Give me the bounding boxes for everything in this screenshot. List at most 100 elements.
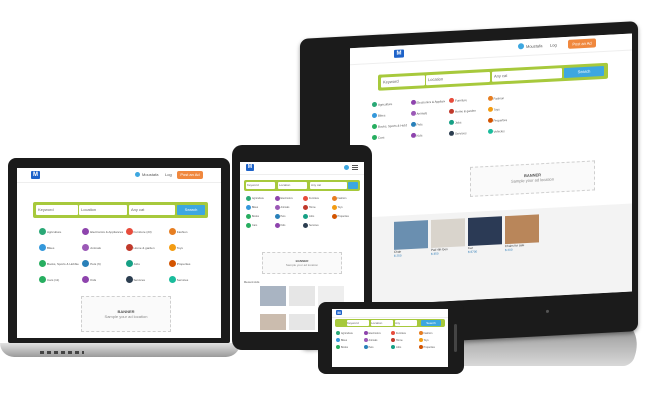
category-item[interactable]: Agriculture <box>246 196 273 201</box>
user-icon[interactable] <box>518 43 524 50</box>
category-item[interactable]: Electronics & Appliances <box>410 98 445 106</box>
category-item[interactable]: Jobs <box>449 118 484 126</box>
category-item[interactable]: Bikes <box>372 111 407 119</box>
search-button[interactable]: Search <box>564 65 604 79</box>
listing-card[interactable]: Car $ 8700 <box>468 216 502 254</box>
category-item[interactable]: Agriculture <box>372 100 407 108</box>
post-ad-button[interactable]: Post an Ad <box>177 171 203 179</box>
category-select[interactable]: Any cat <box>310 182 347 189</box>
category-item[interactable]: Furniture <box>303 196 330 201</box>
category-item[interactable]: Toys <box>487 105 523 113</box>
category-item[interactable]: Toys <box>418 338 445 342</box>
category-item[interactable]: Home & garden <box>449 107 484 115</box>
category-select[interactable]: Any cat <box>129 205 175 215</box>
category-item[interactable]: Cars <box>246 223 273 228</box>
category-item[interactable]: Properties <box>487 116 523 124</box>
category-item[interactable]: Properties <box>168 260 209 267</box>
category-item[interactable]: Animals <box>363 338 390 342</box>
user-icon[interactable] <box>135 172 140 177</box>
login-link[interactable]: Log <box>550 42 557 47</box>
listing-thumb[interactable] <box>260 314 286 330</box>
category-item[interactable]: Fashion <box>168 228 209 235</box>
category-select[interactable]: Any cat <box>492 68 562 82</box>
category-item[interactable]: Home & garden <box>125 244 166 251</box>
menu-icon[interactable] <box>352 165 358 170</box>
location-input[interactable]: Location <box>79 205 127 215</box>
category-select[interactable]: Any <box>395 320 417 326</box>
category-item[interactable]: Jobs <box>125 260 166 267</box>
category-item[interactable]: Books, Sports & Hobbies <box>372 122 407 130</box>
listing-thumb[interactable] <box>260 286 286 306</box>
category-item[interactable]: Books <box>336 345 362 349</box>
site-logo[interactable]: M <box>31 171 40 179</box>
category-item[interactable]: Fashion <box>331 196 359 201</box>
category-item[interactable]: Furniture <box>449 96 484 104</box>
category-item[interactable]: Services <box>449 129 484 137</box>
category-item[interactable]: Jobs <box>303 214 330 219</box>
category-item[interactable]: Toys <box>331 205 359 210</box>
listing-card[interactable]: Chairs for sale $ 200 <box>505 214 539 252</box>
category-item[interactable]: Electronics <box>274 196 302 201</box>
category-item[interactable]: Animals <box>274 205 302 210</box>
category-item[interactable]: Animals <box>82 244 122 251</box>
login-link[interactable]: Log <box>165 172 172 177</box>
category-item[interactable]: Toys <box>168 244 209 251</box>
category-item[interactable]: Bikes <box>336 338 362 342</box>
category-item[interactable]: Vehicles <box>487 127 523 135</box>
listing-thumb[interactable] <box>289 314 315 330</box>
location-input[interactable]: Location <box>371 320 393 326</box>
category-item[interactable]: Fashion <box>418 331 445 335</box>
search-button[interactable]: Search <box>421 320 441 326</box>
category-item[interactable]: Properties <box>331 214 359 219</box>
category-item[interactable]: Cars (11) <box>39 276 79 283</box>
location-input[interactable]: Location <box>278 182 307 189</box>
category-item[interactable]: Animals <box>410 109 446 117</box>
keyword-input[interactable]: Keyword <box>36 205 78 215</box>
phone-home-button[interactable] <box>454 324 457 352</box>
category-item[interactable]: Home <box>391 338 417 342</box>
category-item[interactable]: Pets <box>274 214 302 219</box>
category-item[interactable]: Electronics <box>363 331 390 335</box>
listing-thumb[interactable] <box>289 286 315 306</box>
category-item[interactable]: Pets <box>410 120 446 128</box>
search-button[interactable] <box>348 182 358 189</box>
category-item[interactable]: Books, Sports & Hobbies <box>39 260 79 267</box>
listing-area: Chair $ 250 Pad 4th Gen $ 350 Car $ 8700 Chair… <box>350 203 632 307</box>
category-item[interactable]: Agriculture <box>39 228 79 235</box>
keyword-input[interactable]: Keyword <box>381 75 425 88</box>
category-item[interactable]: Jobs <box>391 345 417 349</box>
category-item[interactable]: Properties <box>418 345 445 349</box>
power-icon[interactable] <box>546 309 549 313</box>
category-item[interactable]: Home <box>303 205 330 210</box>
user-icon[interactable] <box>344 165 349 170</box>
category-item[interactable]: Bikes <box>246 205 273 210</box>
site-logo[interactable]: M <box>336 310 342 315</box>
category-item[interactable]: Services <box>125 276 166 283</box>
category-item[interactable]: Furniture (23) <box>125 228 166 235</box>
user-name[interactable]: Moustafa <box>526 43 542 49</box>
category-item[interactable]: Kids <box>274 223 302 228</box>
post-ad-button[interactable]: Post an Ad <box>568 38 596 49</box>
category-item[interactable]: Electronics & Appliances (12) <box>82 228 123 235</box>
category-item[interactable]: Furniture <box>391 331 417 335</box>
category-item[interactable]: Pets (6) <box>82 260 122 267</box>
category-item[interactable]: Bikes <box>39 244 79 251</box>
category-item[interactable]: Books <box>246 214 273 219</box>
site-logo[interactable]: M <box>394 49 404 58</box>
site-logo[interactable]: M <box>246 164 254 171</box>
category-item[interactable]: Agriculture <box>336 331 362 335</box>
category-item[interactable]: Kids <box>410 131 446 139</box>
category-item[interactable]: Kids <box>82 276 122 283</box>
category-item[interactable]: Services <box>303 223 330 228</box>
keyword-input[interactable]: Keyword <box>246 182 275 189</box>
category-item[interactable]: Services <box>168 276 209 283</box>
category-item[interactable]: Pets <box>363 345 390 349</box>
listing-card[interactable]: Chair $ 250 <box>394 220 428 258</box>
category-item[interactable]: Cars <box>372 133 407 141</box>
category-item[interactable]: Fashion <box>487 94 523 102</box>
user-name[interactable]: Moustafa <box>142 172 158 177</box>
listing-card[interactable]: Pad 4th Gen $ 350 <box>431 218 465 256</box>
location-input[interactable]: Location <box>426 71 490 86</box>
keyword-input[interactable]: Keyword <box>347 320 369 326</box>
search-button[interactable]: Search <box>177 205 205 215</box>
